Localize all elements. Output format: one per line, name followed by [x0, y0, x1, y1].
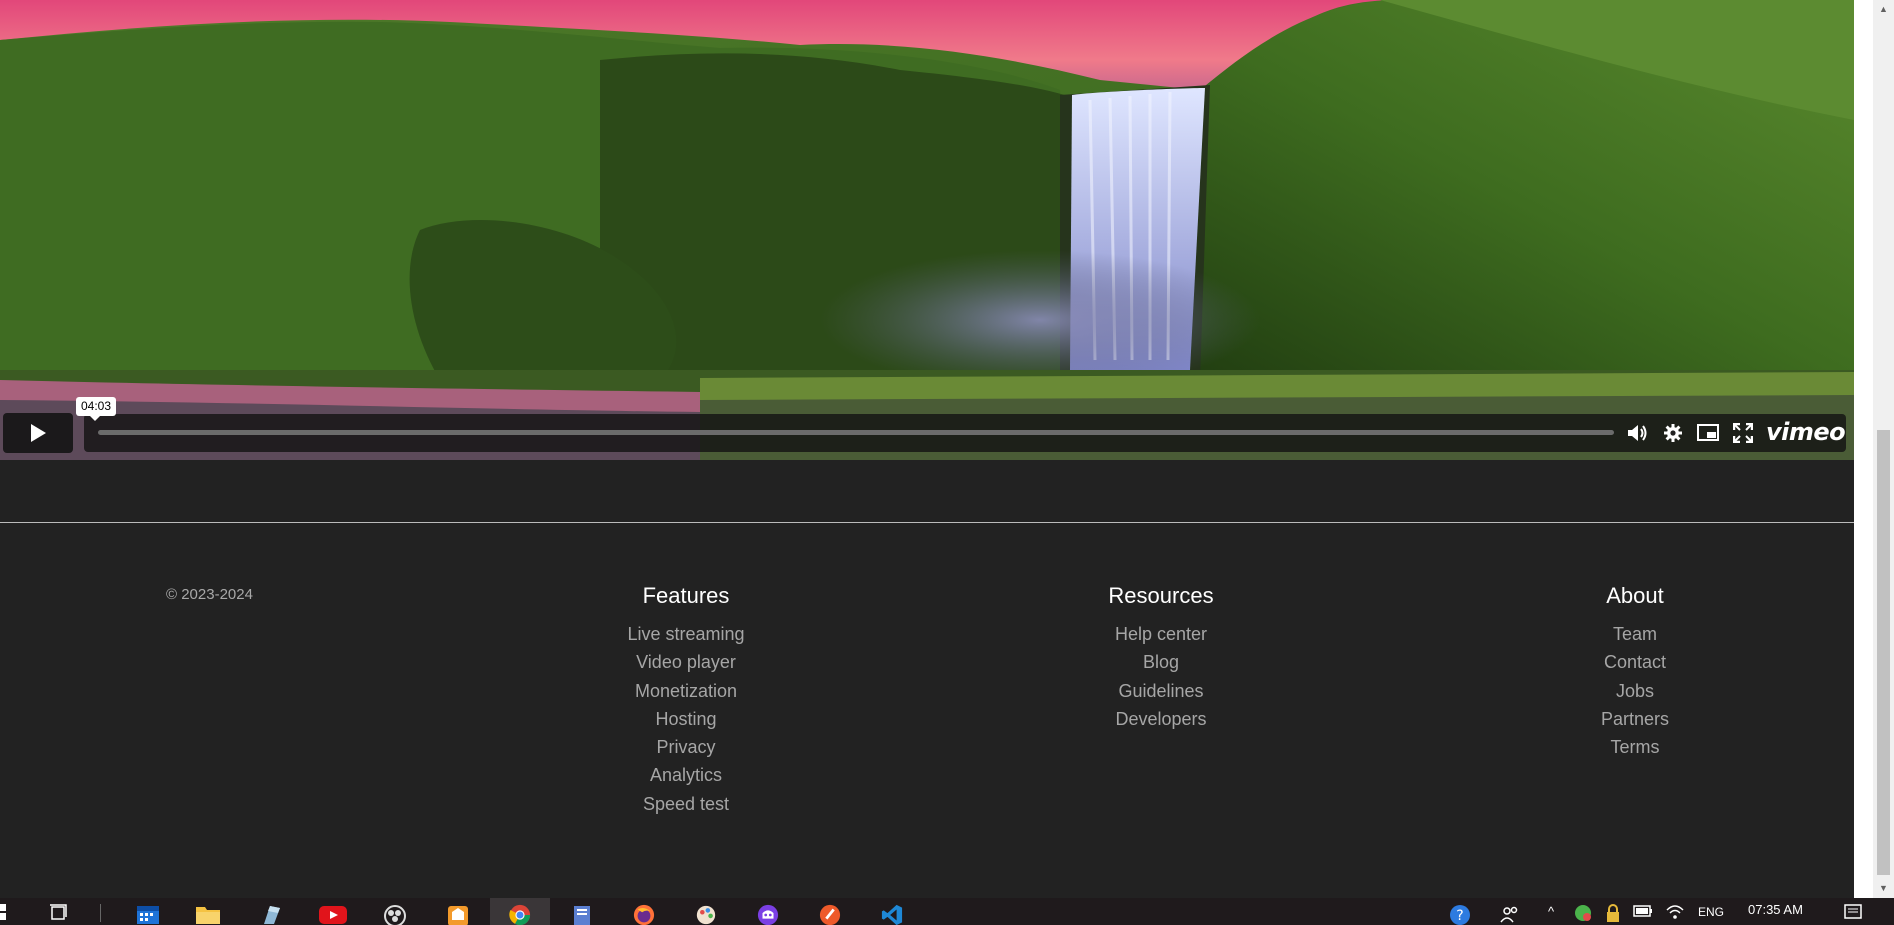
calendar-icon	[137, 906, 159, 924]
footer-link-developers[interactable]: Developers	[1061, 708, 1261, 736]
tray-clock[interactable]: 07:35 AM	[1748, 898, 1803, 925]
footer-link-contact[interactable]: Contact	[1535, 651, 1735, 679]
obs-icon	[384, 905, 406, 925]
taskbar-app-file-explorer[interactable]	[178, 898, 238, 925]
people-icon	[1500, 906, 1518, 923]
picture-in-picture-icon	[1697, 424, 1719, 441]
tray-chrome-status[interactable]	[1568, 898, 1598, 925]
svg-text:?: ?	[1456, 908, 1463, 924]
task-view-button[interactable]	[34, 898, 84, 925]
volume-button[interactable]	[1625, 420, 1651, 446]
footer-link-help-center[interactable]: Help center	[1061, 623, 1261, 651]
time-tooltip: 04:03	[76, 397, 117, 421]
footer-link-analytics[interactable]: Analytics	[586, 764, 786, 792]
taskbar-app-proton[interactable]	[738, 898, 798, 925]
folder-icon	[196, 907, 220, 924]
status-icon	[1575, 905, 1591, 921]
tray-notifications[interactable]	[1838, 898, 1868, 925]
start-button[interactable]	[0, 898, 18, 925]
volume-icon	[1628, 425, 1647, 441]
taskbar-app-red[interactable]	[800, 898, 860, 925]
play-icon	[31, 424, 46, 442]
copyright-text: © 2023-2024	[166, 586, 253, 603]
taskbar: ? ^ ENG 07:35 AM	[0, 898, 1894, 925]
page: 04:03 vimeo © 2023-2024 Features Live st…	[0, 0, 1854, 898]
footer-column-resources: Resources Help center Blog Guidelines De…	[1061, 583, 1261, 736]
taskbar-app-notepad[interactable]	[552, 898, 612, 925]
scroll-up-arrow-icon[interactable]: ▲	[1877, 2, 1890, 17]
app-red-icon	[819, 904, 841, 925]
footer-link-jobs[interactable]: Jobs	[1535, 680, 1735, 708]
footer-heading-resources: Resources	[1108, 583, 1214, 608]
taskbar-app-calendar[interactable]	[118, 898, 178, 925]
footer-link-guidelines[interactable]: Guidelines	[1061, 680, 1261, 708]
pip-button[interactable]	[1695, 420, 1721, 446]
footer-link-privacy[interactable]: Privacy	[586, 736, 786, 764]
notification-icon	[1844, 904, 1862, 919]
app-orange-icon	[448, 906, 468, 925]
page-gutter	[1854, 0, 1873, 898]
footer-divider	[0, 522, 1854, 523]
footer-link-video-player[interactable]: Video player	[586, 651, 786, 679]
footer-link-live-streaming[interactable]: Live streaming	[586, 623, 786, 651]
chrome-icon	[509, 904, 531, 925]
fullscreen-icon	[1733, 423, 1753, 443]
footer-column-features: Features Live streaming Video player Mon…	[586, 583, 786, 821]
paint-icon	[696, 905, 716, 925]
taskbar-app-paint[interactable]	[676, 898, 736, 925]
footer-heading-features: Features	[642, 583, 730, 608]
footer-link-partners[interactable]: Partners	[1535, 708, 1735, 736]
tray-help[interactable]: ?	[1430, 898, 1490, 925]
scrollbar-thumb[interactable]	[1877, 430, 1890, 875]
task-view-icon	[50, 904, 67, 920]
footer-heading-about: About	[1606, 583, 1664, 608]
taskbar-app-firefox[interactable]	[614, 898, 674, 925]
proton-icon	[757, 904, 779, 925]
footer-link-monetization[interactable]: Monetization	[586, 680, 786, 708]
tray-people[interactable]	[1490, 898, 1530, 925]
firefox-icon	[633, 904, 655, 925]
battery-icon	[1633, 905, 1652, 917]
notepad-icon	[574, 906, 590, 925]
taskbar-separator	[100, 904, 101, 922]
video-player[interactable]: 04:03 vimeo	[0, 0, 1854, 460]
footer-link-speed-test[interactable]: Speed test	[586, 793, 786, 821]
footer-link-terms[interactable]: Terms	[1535, 736, 1735, 764]
footer-link-blog[interactable]: Blog	[1061, 651, 1261, 679]
wifi-icon	[1666, 905, 1684, 919]
waterfall-landscape-image	[0, 0, 1854, 460]
gear-icon	[1664, 424, 1682, 442]
taskbar-app-pen[interactable]	[242, 898, 302, 925]
footer-link-team[interactable]: Team	[1535, 623, 1735, 651]
tray-chevron-up-icon[interactable]: ^	[1548, 898, 1554, 925]
settings-button[interactable]	[1660, 420, 1686, 446]
play-button[interactable]	[3, 413, 73, 453]
footer-link-hosting[interactable]: Hosting	[586, 708, 786, 736]
taskbar-app-vscode[interactable]	[862, 898, 922, 925]
tray-battery[interactable]	[1628, 898, 1658, 925]
footer-column-about: About Team Contact Jobs Partners Terms	[1535, 583, 1735, 764]
lock-icon	[1607, 904, 1619, 922]
tray-language[interactable]: ENG	[1698, 898, 1724, 925]
progress-bar[interactable]	[98, 430, 1614, 435]
fullscreen-button[interactable]	[1730, 420, 1756, 446]
taskbar-app-orange[interactable]	[428, 898, 488, 925]
youtube-icon	[319, 906, 347, 924]
vimeo-logo[interactable]: vimeo	[1766, 418, 1846, 446]
tray-lock[interactable]	[1598, 898, 1628, 925]
pen-tablet-icon	[264, 906, 280, 924]
taskbar-app-youtube[interactable]	[303, 898, 363, 925]
tray-wifi[interactable]	[1660, 898, 1690, 925]
windows-start-icon	[0, 904, 6, 920]
taskbar-app-chrome[interactable]	[490, 898, 550, 925]
scroll-down-arrow-icon[interactable]: ▼	[1877, 881, 1890, 896]
vscode-icon	[881, 904, 903, 925]
help-icon: ?	[1450, 905, 1470, 925]
taskbar-app-obs[interactable]	[365, 898, 425, 925]
